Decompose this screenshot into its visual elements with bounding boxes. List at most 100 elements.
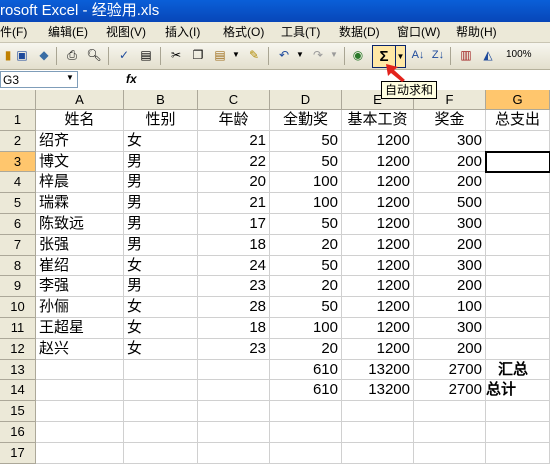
chart-wizard-icon[interactable]: ▥: [458, 47, 474, 63]
cell-e1[interactable]: 基本工资: [342, 110, 414, 131]
cell-b9[interactable]: 男: [124, 276, 198, 298]
cell-c8[interactable]: 24: [198, 255, 270, 277]
cell-f9[interactable]: 200: [414, 276, 486, 298]
cell-e5[interactable]: 1200: [342, 193, 414, 214]
cell-b7[interactable]: 男: [124, 234, 198, 256]
cell-e14[interactable]: 13200: [342, 380, 414, 402]
cell-f2[interactable]: 300: [414, 130, 486, 152]
select-all-corner[interactable]: [0, 90, 36, 110]
cell-d2[interactable]: 50: [270, 130, 342, 152]
permission-icon[interactable]: ◆: [36, 47, 52, 63]
cell-d8[interactable]: 50: [270, 255, 342, 277]
cell-f1[interactable]: 奖金: [414, 110, 486, 131]
cell-c13[interactable]: [198, 359, 270, 381]
cell-a13[interactable]: [36, 359, 124, 381]
menu-insert[interactable]: 插入(I): [165, 22, 200, 42]
cell-g11[interactable]: [486, 318, 550, 339]
cell-g7[interactable]: [486, 234, 550, 256]
save-icon[interactable]: ▣: [14, 47, 30, 63]
cell-g9[interactable]: [486, 276, 550, 298]
row-header-1[interactable]: 1: [0, 110, 36, 131]
cell-f4[interactable]: 200: [414, 172, 486, 194]
cell-e4[interactable]: 1200: [342, 172, 414, 194]
cell-g2[interactable]: [486, 130, 550, 152]
cell-b2[interactable]: 女: [124, 130, 198, 152]
row-header-9[interactable]: 9: [0, 276, 36, 298]
row-header-16[interactable]: 16: [0, 422, 36, 443]
cell-d16[interactable]: [270, 422, 342, 443]
cell-a11[interactable]: 王超星: [36, 318, 124, 339]
cell-e11[interactable]: 1200: [342, 318, 414, 339]
column-header-c[interactable]: C: [198, 90, 270, 110]
cell-e9[interactable]: 1200: [342, 276, 414, 298]
cell-c2[interactable]: 21: [198, 130, 270, 152]
spelling-icon[interactable]: ✓: [116, 47, 132, 63]
cell-f17[interactable]: [414, 442, 486, 464]
row-header-17[interactable]: 17: [0, 442, 36, 464]
cell-d10[interactable]: 50: [270, 297, 342, 318]
menu-edit[interactable]: 编辑(E): [48, 22, 88, 42]
research-icon[interactable]: ▤: [138, 47, 154, 63]
cell-g8[interactable]: [486, 255, 550, 277]
cell-a9[interactable]: 李强: [36, 276, 124, 298]
cell-c10[interactable]: 28: [198, 297, 270, 318]
row-header-4[interactable]: 4: [0, 172, 36, 194]
cell-e10[interactable]: 1200: [342, 297, 414, 318]
cell-e7[interactable]: 1200: [342, 234, 414, 256]
cell-c11[interactable]: 18: [198, 318, 270, 339]
cell-a16[interactable]: [36, 422, 124, 443]
cell-e6[interactable]: 1200: [342, 214, 414, 235]
cell-b16[interactable]: [124, 422, 198, 443]
paste-dropdown-icon[interactable]: ▼: [228, 47, 244, 63]
cell-g6[interactable]: [486, 214, 550, 235]
cell-a10[interactable]: 孙俪: [36, 297, 124, 318]
row-header-11[interactable]: 11: [0, 318, 36, 339]
cell-d5[interactable]: 100: [270, 193, 342, 214]
row-header-13[interactable]: 13: [0, 359, 36, 381]
cell-c16[interactable]: [198, 422, 270, 443]
sort-descending-icon[interactable]: Z↓: [430, 47, 446, 63]
cell-e13[interactable]: 13200: [342, 359, 414, 381]
menu-window[interactable]: 窗口(W): [397, 22, 440, 42]
undo-dropdown-icon[interactable]: ▼: [292, 47, 308, 63]
cell-d14[interactable]: 610: [270, 380, 342, 402]
row-header-8[interactable]: 8: [0, 255, 36, 277]
cell-c6[interactable]: 17: [198, 214, 270, 235]
cell-a15[interactable]: [36, 401, 124, 422]
cell-b1[interactable]: 性别: [124, 110, 198, 131]
cell-f11[interactable]: 300: [414, 318, 486, 339]
cell-f5[interactable]: 500: [414, 193, 486, 214]
cell-c17[interactable]: [198, 442, 270, 464]
zoom-box[interactable]: 100%: [506, 47, 546, 63]
cell-g1[interactable]: 总支出: [486, 110, 550, 131]
print-icon[interactable]: ⎙: [64, 47, 80, 63]
cut-icon[interactable]: ✂: [168, 47, 184, 63]
cell-c5[interactable]: 21: [198, 193, 270, 214]
cell-b13[interactable]: [124, 359, 198, 381]
cell-f10[interactable]: 100: [414, 297, 486, 318]
cell-a6[interactable]: 陈致远: [36, 214, 124, 235]
cell-f12[interactable]: 200: [414, 338, 486, 360]
cell-f13[interactable]: 2700: [414, 359, 486, 381]
cell-a12[interactable]: 赵兴: [36, 338, 124, 360]
cell-f14[interactable]: 2700: [414, 380, 486, 402]
cell-f7[interactable]: 200: [414, 234, 486, 256]
cell-d1[interactable]: 全勤奖: [270, 110, 342, 131]
menu-file[interactable]: 件(F): [0, 22, 27, 42]
cell-c15[interactable]: [198, 401, 270, 422]
cell-a14[interactable]: [36, 380, 124, 402]
row-header-5[interactable]: 5: [0, 193, 36, 214]
cell-g17[interactable]: [486, 442, 550, 464]
row-header-14[interactable]: 14: [0, 380, 36, 402]
row-header-6[interactable]: 6: [0, 214, 36, 235]
cell-e2[interactable]: 1200: [342, 130, 414, 152]
cell-b10[interactable]: 女: [124, 297, 198, 318]
cell-d15[interactable]: [270, 401, 342, 422]
menu-help[interactable]: 帮助(H): [456, 22, 497, 42]
cell-e17[interactable]: [342, 442, 414, 464]
cell-c12[interactable]: 23: [198, 338, 270, 360]
cell-d3[interactable]: 50: [270, 151, 342, 173]
sort-ascending-icon[interactable]: A↓: [410, 47, 426, 63]
cell-a3[interactable]: 博文: [36, 151, 124, 173]
column-header-b[interactable]: B: [124, 90, 198, 110]
